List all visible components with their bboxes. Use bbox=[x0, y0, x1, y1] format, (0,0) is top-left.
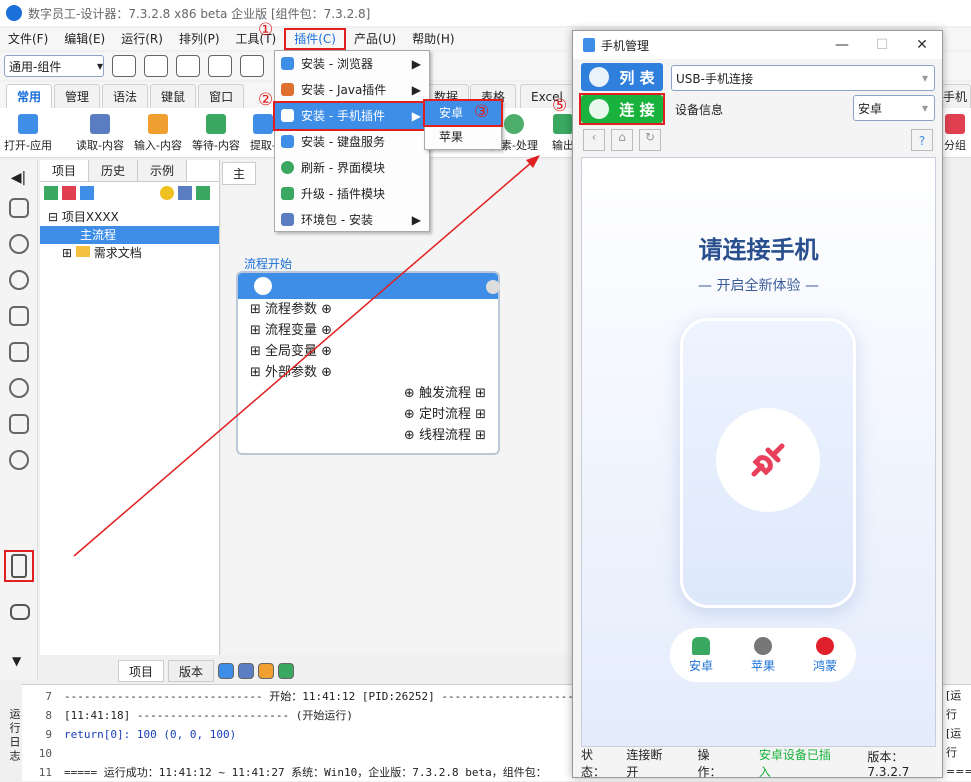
maximize-button[interactable]: ☐ bbox=[862, 37, 902, 53]
os-android[interactable]: 安卓 bbox=[689, 636, 713, 674]
list-button[interactable]: 列 表 bbox=[581, 63, 663, 91]
list-refresh-icon bbox=[589, 67, 610, 87]
phone-status-bar: 状态： 连接断开 操作： 安卓设备已插入 版本：7.3.2.7 bbox=[573, 748, 944, 779]
chevron-down-icon: ▾ bbox=[921, 71, 928, 85]
minimize-button[interactable]: — bbox=[822, 37, 862, 53]
tab-bottom-project[interactable]: 项目 bbox=[118, 660, 165, 682]
os-apple[interactable]: 苹果 bbox=[751, 636, 775, 674]
help-button[interactable]: ? bbox=[911, 129, 933, 151]
log-right-cut: [运行[运行===== bbox=[946, 689, 971, 778]
huawei-icon bbox=[815, 636, 834, 655]
chevron-down-icon: ▾ bbox=[921, 101, 928, 115]
phone-window-title: 手机管理 bbox=[601, 38, 650, 53]
link-icon bbox=[589, 99, 610, 119]
connect-subheading: — 开启全新体验 — bbox=[698, 278, 819, 294]
connect-heading: 请连接手机 bbox=[698, 236, 819, 264]
tab-bottom-version[interactable]: 版本 bbox=[168, 660, 215, 682]
connect-button-wrap: 连 接 bbox=[579, 93, 665, 125]
pencil-small-icon[interactable] bbox=[258, 663, 275, 679]
op-label: 操作： bbox=[697, 748, 722, 779]
read-small-icon[interactable] bbox=[238, 663, 255, 679]
reload-icon[interactable]: ↻ bbox=[639, 129, 661, 151]
version-label: 版本：7.3.2.7 bbox=[867, 749, 910, 779]
back-icon[interactable]: ‹ bbox=[583, 129, 605, 151]
camera-icon[interactable] bbox=[218, 663, 235, 679]
os-select[interactable]: 安卓 ▾ bbox=[853, 95, 935, 121]
status-label: 状态： bbox=[581, 748, 606, 779]
connection-select[interactable]: USB-手机连接 ▾ bbox=[671, 65, 935, 91]
list-button-wrap: 列 表 bbox=[581, 63, 663, 91]
phone-screen-area: 请连接手机 — 开启全新体验 — 安卓 苹果 鸿蒙 bbox=[581, 157, 936, 747]
phone-window-titlebar: 手机管理 — ☐ ✕ bbox=[573, 31, 942, 59]
close-button[interactable]: ✕ bbox=[902, 37, 942, 53]
op-value: 安卓设备已插入 bbox=[758, 748, 831, 779]
nav-buttons: ‹ ⌂ ↻ bbox=[583, 129, 661, 151]
plug-disconnected-icon bbox=[716, 408, 820, 512]
hourglass-small-icon[interactable] bbox=[278, 663, 295, 679]
apple-icon bbox=[753, 636, 772, 655]
log-side-label: 运行日志 bbox=[0, 684, 22, 781]
home-icon[interactable]: ⌂ bbox=[611, 129, 633, 151]
os-choice-bar: 安卓 苹果 鸿蒙 bbox=[670, 628, 856, 682]
os-harmony[interactable]: 鸿蒙 bbox=[813, 636, 837, 674]
connect-button[interactable]: 连 接 bbox=[581, 95, 663, 123]
phone-title-icon bbox=[583, 38, 595, 52]
bottom-tabs: 项目 版本 bbox=[118, 660, 578, 682]
android-icon bbox=[691, 636, 710, 655]
device-info-label: 设备信息 bbox=[675, 103, 724, 117]
phone-manager-window: 手机管理 — ☐ ✕ 列 表 USB-手机连接 ▾ 连 接 设备信息 安卓 ▾ ‹ … bbox=[572, 30, 944, 779]
status-value: 连接断开 bbox=[626, 748, 663, 779]
annotation-5: ⑤ bbox=[552, 96, 568, 116]
